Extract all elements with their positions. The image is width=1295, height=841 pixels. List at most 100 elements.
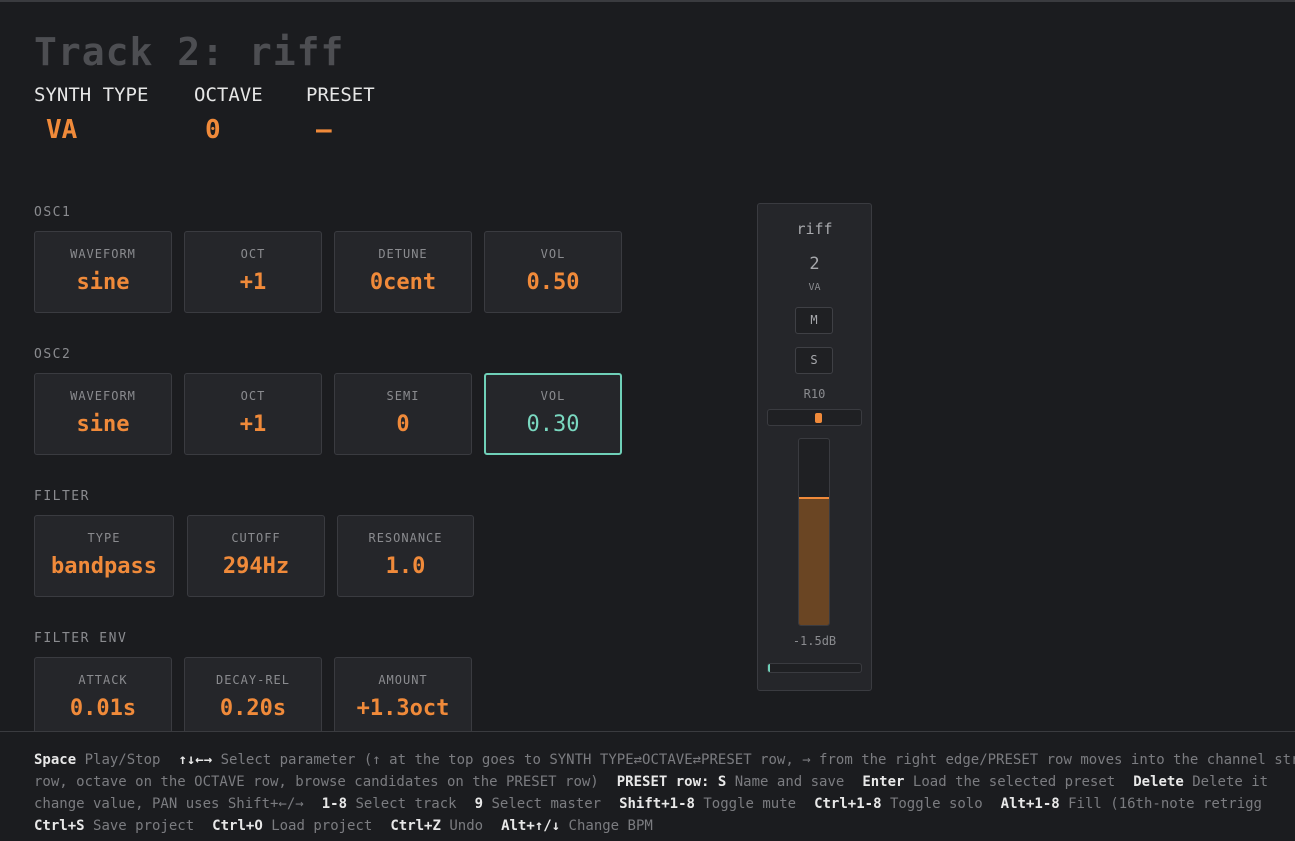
help-line-1: Space Play/Stop ↑↓←→ Select parameter (↑ … [34, 752, 1295, 768]
help-text: Toggle solo [889, 796, 983, 812]
help-key: Ctrl+1-8 [814, 796, 882, 812]
param-value: 0 [396, 412, 410, 437]
param-value: +1 [239, 412, 267, 437]
help-text: change value, PAN uses Shift+←/→ [34, 796, 304, 812]
param-label: VOL [540, 389, 566, 403]
filter-env-decay-rel-param[interactable]: DECAY-REL 0.20s [184, 657, 322, 739]
help-text: Undo [449, 818, 484, 834]
param-label: CUTOFF [231, 531, 281, 545]
help-text: Fill (16th-note retrigg [1068, 796, 1262, 812]
param-value: 294Hz [222, 554, 290, 579]
osc2-vol-param-selected[interactable]: VOL 0.30 [484, 373, 622, 455]
channel-name: riff [796, 220, 833, 238]
preset-label: PRESET [306, 84, 375, 106]
octave-label: OCTAVE [194, 84, 263, 106]
synth-type-value[interactable]: VA [46, 115, 77, 145]
help-key: Alt+↑/↓ [501, 818, 561, 834]
volume-fader[interactable] [798, 438, 830, 626]
filter-section-label: FILTER [34, 489, 90, 504]
param-value: 0.30 [526, 412, 580, 437]
filter-env-amount-param[interactable]: AMOUNT +1.3oct [334, 657, 472, 739]
help-line-3: change value, PAN uses Shift+←/→ 1-8 Sele… [34, 796, 1262, 812]
osc2-section-label: OSC2 [34, 347, 72, 362]
channel-synth-type: VA [808, 282, 821, 293]
help-key: Ctrl+O [212, 818, 263, 834]
page-title: Track 2: riff [34, 30, 345, 74]
solo-button[interactable]: S [795, 347, 833, 374]
help-key: Delete [1133, 774, 1184, 790]
param-value: 0.50 [526, 270, 580, 295]
param-value: 0.20s [219, 696, 287, 721]
help-text: Name and save [734, 774, 845, 790]
volume-db-readout: -1.5dB [792, 634, 837, 648]
param-label: RESONANCE [368, 531, 443, 545]
osc1-waveform-param[interactable]: WAVEFORM sine [34, 231, 172, 313]
pan-knob[interactable] [815, 413, 822, 423]
help-text: Toggle mute [703, 796, 797, 812]
help-key: Space [34, 752, 77, 768]
param-value: +1 [239, 270, 267, 295]
help-key: PRESET row: S [616, 774, 727, 790]
osc1-section-label: OSC1 [34, 205, 72, 220]
param-label: DECAY-REL [215, 673, 291, 687]
help-key: 1-8 [321, 796, 348, 812]
help-text: Change BPM [568, 818, 653, 834]
osc1-vol-param[interactable]: VOL 0.50 [484, 231, 622, 313]
pan-slider[interactable] [767, 409, 862, 426]
help-text: Save project [93, 818, 195, 834]
param-label: ATTACK [78, 673, 128, 687]
help-key: Shift+1-8 [619, 796, 695, 812]
param-label: SEMI [386, 389, 420, 403]
osc2-waveform-param[interactable]: WAVEFORM sine [34, 373, 172, 455]
filter-env-attack-param[interactable]: ATTACK 0.01s [34, 657, 172, 739]
help-text: Delete it [1192, 774, 1269, 790]
param-label: WAVEFORM [70, 389, 136, 403]
osc1-detune-param[interactable]: DETUNE 0cent [334, 231, 472, 313]
pan-value-label: R10 [803, 387, 826, 401]
help-text: Select parameter (↑ at the top goes to S… [220, 752, 1295, 768]
help-key: Ctrl+S [34, 818, 85, 834]
param-value: 0.01s [69, 696, 137, 721]
param-value: sine [76, 270, 130, 295]
param-value: 0cent [369, 270, 437, 295]
level-meter [767, 663, 862, 673]
help-text: row, octave on the OCTAVE row, browse ca… [34, 774, 599, 790]
param-label: VOL [540, 247, 566, 261]
help-key: ↑↓←→ [178, 752, 213, 768]
top-divider [0, 0, 1295, 2]
channel-number: 2 [809, 254, 820, 274]
osc1-oct-param[interactable]: OCT +1 [184, 231, 322, 313]
param-label: OCT [240, 389, 266, 403]
help-text: Select track [355, 796, 457, 812]
param-label: WAVEFORM [70, 247, 136, 261]
help-key: Alt+1-8 [1000, 796, 1060, 812]
help-line-4: Ctrl+S Save project Ctrl+O Load project Ct… [34, 818, 653, 834]
help-key: Enter [862, 774, 905, 790]
param-value: bandpass [51, 554, 157, 579]
channel-strip[interactable]: riff 2 VA M S R10 -1.5dB [757, 203, 872, 691]
osc2-oct-param[interactable]: OCT +1 [184, 373, 322, 455]
param-label: TYPE [87, 531, 121, 545]
param-value: 1.0 [385, 554, 426, 579]
filter-cutoff-param[interactable]: CUTOFF 294Hz [187, 515, 325, 597]
preset-value[interactable]: — [316, 115, 332, 145]
help-text: Select master [491, 796, 602, 812]
volume-fader-fill [799, 496, 829, 625]
param-value: sine [76, 412, 130, 437]
filter-resonance-param[interactable]: RESONANCE 1.0 [337, 515, 474, 597]
param-label: OCT [240, 247, 266, 261]
synth-type-label: SYNTH TYPE [34, 84, 149, 106]
osc2-semi-param[interactable]: SEMI 0 [334, 373, 472, 455]
param-value: +1.3oct [356, 696, 450, 721]
mute-button[interactable]: M [795, 307, 833, 334]
help-text: Load project [271, 818, 373, 834]
filter-type-param[interactable]: TYPE bandpass [34, 515, 174, 597]
keyboard-help-bar: Space Play/Stop ↑↓←→ Select parameter (↑ … [0, 731, 1295, 841]
level-meter-fill [768, 664, 770, 672]
octave-value[interactable]: 0 [205, 115, 221, 145]
help-line-2: row, octave on the OCTAVE row, browse ca… [34, 774, 1268, 790]
help-key: 9 [474, 796, 484, 812]
help-text: Play/Stop [84, 752, 161, 768]
param-label: DETUNE [378, 247, 428, 261]
help-key: Ctrl+Z [390, 818, 441, 834]
